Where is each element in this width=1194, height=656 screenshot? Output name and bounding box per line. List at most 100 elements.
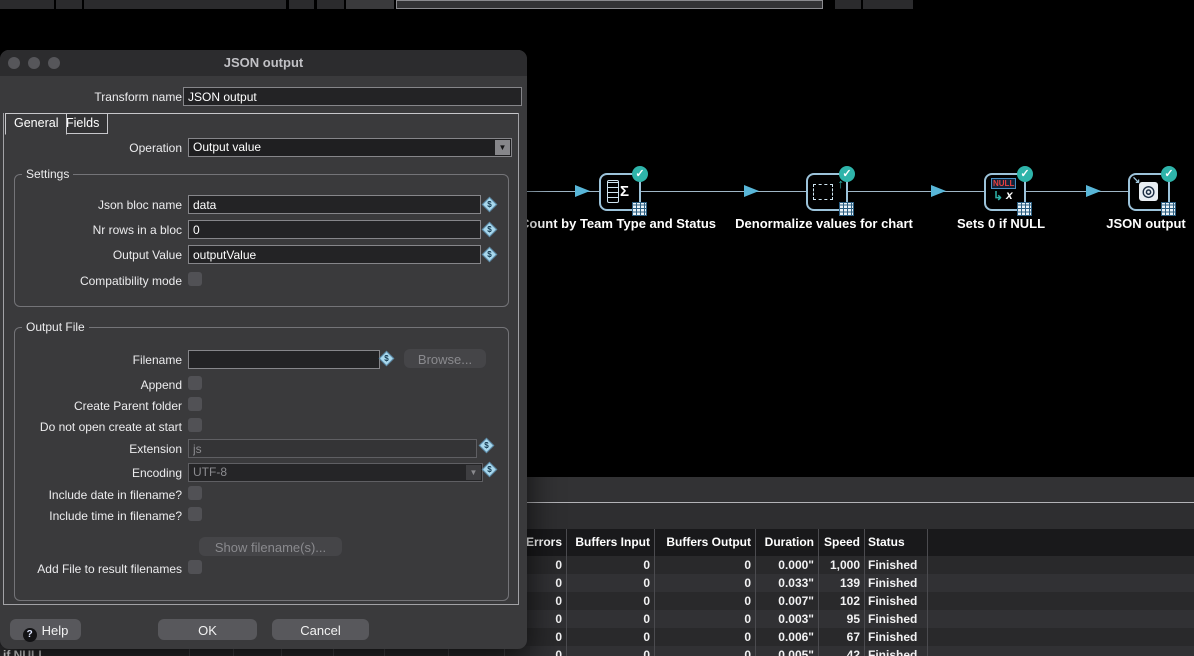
hop-arrow-icon bbox=[931, 185, 946, 197]
create-parent-folder-label: Create Parent folder bbox=[0, 399, 182, 413]
encoding-label: Encoding bbox=[0, 466, 182, 480]
add-file-to-result-checkbox[interactable] bbox=[188, 560, 202, 574]
compatibility-mode-label: Compatibility mode bbox=[0, 274, 182, 288]
swirl-glyph: ◎ bbox=[1142, 183, 1155, 200]
column-separator bbox=[566, 529, 567, 656]
dollar-glyph: $ bbox=[382, 354, 391, 363]
step-data-grid-icon bbox=[632, 202, 647, 216]
cancel-button[interactable]: Cancel bbox=[272, 619, 369, 640]
nr-rows-label: Nr rows in a bloc bbox=[0, 223, 182, 237]
show-filenames-button[interactable]: Show filename(s)... bbox=[199, 537, 342, 556]
step-label: Denormalize values for chart bbox=[735, 216, 913, 231]
append-label: Append bbox=[0, 378, 182, 392]
cell-status: Finished bbox=[868, 556, 988, 574]
cell-status: Finished bbox=[868, 628, 988, 646]
include-time-label: Include time in filename? bbox=[0, 509, 182, 523]
cell-speed: 67 bbox=[800, 628, 860, 646]
include-date-label: Include date in filename? bbox=[0, 488, 182, 502]
toolbar-segment[interactable] bbox=[289, 0, 314, 9]
cell-buffers-input: 0 bbox=[570, 628, 650, 646]
column-header[interactable]: Status bbox=[868, 529, 988, 556]
column-header[interactable]: Speed bbox=[800, 529, 860, 556]
step-data-grid-icon bbox=[839, 202, 854, 216]
null-arrow-icon: ↳ bbox=[993, 189, 1003, 203]
chevron-down-icon: ▼ bbox=[466, 465, 481, 480]
compatibility-mode-checkbox[interactable] bbox=[188, 272, 202, 286]
chevron-down-icon[interactable]: ▼ bbox=[495, 140, 510, 155]
dollar-glyph: $ bbox=[482, 441, 491, 450]
step-data-grid-icon bbox=[1161, 202, 1176, 216]
step-success-check-icon: ✓ bbox=[1161, 166, 1177, 182]
ok-button[interactable]: OK bbox=[158, 619, 257, 640]
toolbar-segment[interactable] bbox=[84, 0, 286, 9]
operation-value: Output value bbox=[193, 140, 261, 154]
null-x-icon: x bbox=[1006, 188, 1013, 202]
browse-button[interactable]: Browse... bbox=[404, 349, 486, 368]
json-bloc-name-label: Json bloc name bbox=[0, 198, 182, 212]
step-label: JSON output bbox=[1106, 216, 1185, 231]
cell-speed: 95 bbox=[800, 610, 860, 628]
step-json-output[interactable]: ↘ ◎ ✓ bbox=[1128, 173, 1170, 211]
extension-input[interactable] bbox=[188, 439, 477, 458]
cell-status: Finished bbox=[868, 646, 988, 656]
cell-buffers-input: 0 bbox=[570, 574, 650, 592]
encoding-select[interactable]: UTF-8 ▼ bbox=[188, 463, 483, 482]
toolbar-active-tab[interactable] bbox=[396, 0, 823, 9]
tab-general[interactable]: General bbox=[5, 113, 67, 135]
output-file-group-label: Output File bbox=[22, 320, 89, 334]
help-button[interactable]: ?Help bbox=[10, 619, 81, 640]
append-checkbox[interactable] bbox=[188, 376, 202, 390]
toolbar-segment[interactable] bbox=[0, 0, 54, 9]
app-screen: Σ ✓ Count by Team Type and Status ↑ ✓ De… bbox=[0, 0, 1194, 656]
transform-name-input[interactable] bbox=[183, 87, 522, 106]
toolbar-segment[interactable] bbox=[835, 0, 861, 9]
toolbar-segment[interactable] bbox=[863, 0, 913, 9]
add-file-to-result-label: Add File to result filenames bbox=[0, 562, 182, 576]
dollar-glyph: $ bbox=[485, 250, 494, 259]
cell-speed: 1,000 bbox=[800, 556, 860, 574]
transform-name-label: Transform name bbox=[0, 90, 182, 104]
output-value-input[interactable] bbox=[188, 245, 481, 264]
step-success-check-icon: ✓ bbox=[1017, 166, 1033, 182]
step-label: Count by Team Type and Status bbox=[520, 216, 716, 231]
do-not-open-create-checkbox[interactable] bbox=[188, 418, 202, 432]
sigma-icon: Σ bbox=[620, 183, 629, 200]
column-separator bbox=[927, 529, 928, 656]
extension-label: Extension bbox=[0, 442, 182, 456]
column-separator bbox=[755, 529, 756, 656]
create-parent-folder-checkbox[interactable] bbox=[188, 397, 202, 411]
cell-status: Finished bbox=[868, 592, 988, 610]
step-count-by-team-type[interactable]: Σ ✓ bbox=[599, 173, 641, 211]
dialog-titlebar[interactable]: JSON output bbox=[0, 50, 527, 76]
cell-buffers-input: 0 bbox=[570, 646, 650, 656]
step-denormalize-values[interactable]: ↑ ✓ bbox=[806, 173, 848, 211]
column-header[interactable]: Buffers Input bbox=[570, 529, 650, 556]
group-by-icon bbox=[607, 180, 619, 203]
nr-rows-input[interactable] bbox=[188, 220, 481, 239]
toolbar-segment[interactable] bbox=[346, 0, 394, 9]
cell-status: Finished bbox=[868, 574, 988, 592]
include-time-checkbox[interactable] bbox=[188, 507, 202, 521]
row-denormaliser-icon bbox=[813, 184, 833, 200]
json-output-dialog: JSON output Transform name General Field… bbox=[0, 50, 527, 649]
json-output-icon: ◎ bbox=[1139, 182, 1158, 201]
toolbar-segment[interactable] bbox=[56, 0, 82, 9]
step-sets-0-if-null[interactable]: NULL ↳ x ✓ bbox=[984, 173, 1026, 211]
cell-buffers-input: 0 bbox=[570, 610, 650, 628]
filename-input[interactable] bbox=[188, 350, 380, 369]
dollar-glyph: $ bbox=[485, 225, 494, 234]
operation-label: Operation bbox=[0, 141, 182, 155]
stepname-fragment: if NULL bbox=[3, 648, 46, 656]
cell-buffers-input: 0 bbox=[570, 556, 650, 574]
json-bloc-name-input[interactable] bbox=[188, 195, 481, 214]
cell-speed: 139 bbox=[800, 574, 860, 592]
operation-select[interactable]: Output value ▼ bbox=[188, 138, 512, 157]
include-date-checkbox[interactable] bbox=[188, 486, 202, 500]
cell-status: Finished bbox=[868, 610, 988, 628]
step-label: Sets 0 if NULL bbox=[957, 216, 1045, 231]
cell-speed: 42 bbox=[800, 646, 860, 656]
toolbar-segment[interactable] bbox=[317, 0, 344, 9]
column-separator bbox=[864, 529, 865, 656]
step-success-check-icon: ✓ bbox=[632, 166, 648, 182]
help-button-label: Help bbox=[42, 623, 69, 638]
